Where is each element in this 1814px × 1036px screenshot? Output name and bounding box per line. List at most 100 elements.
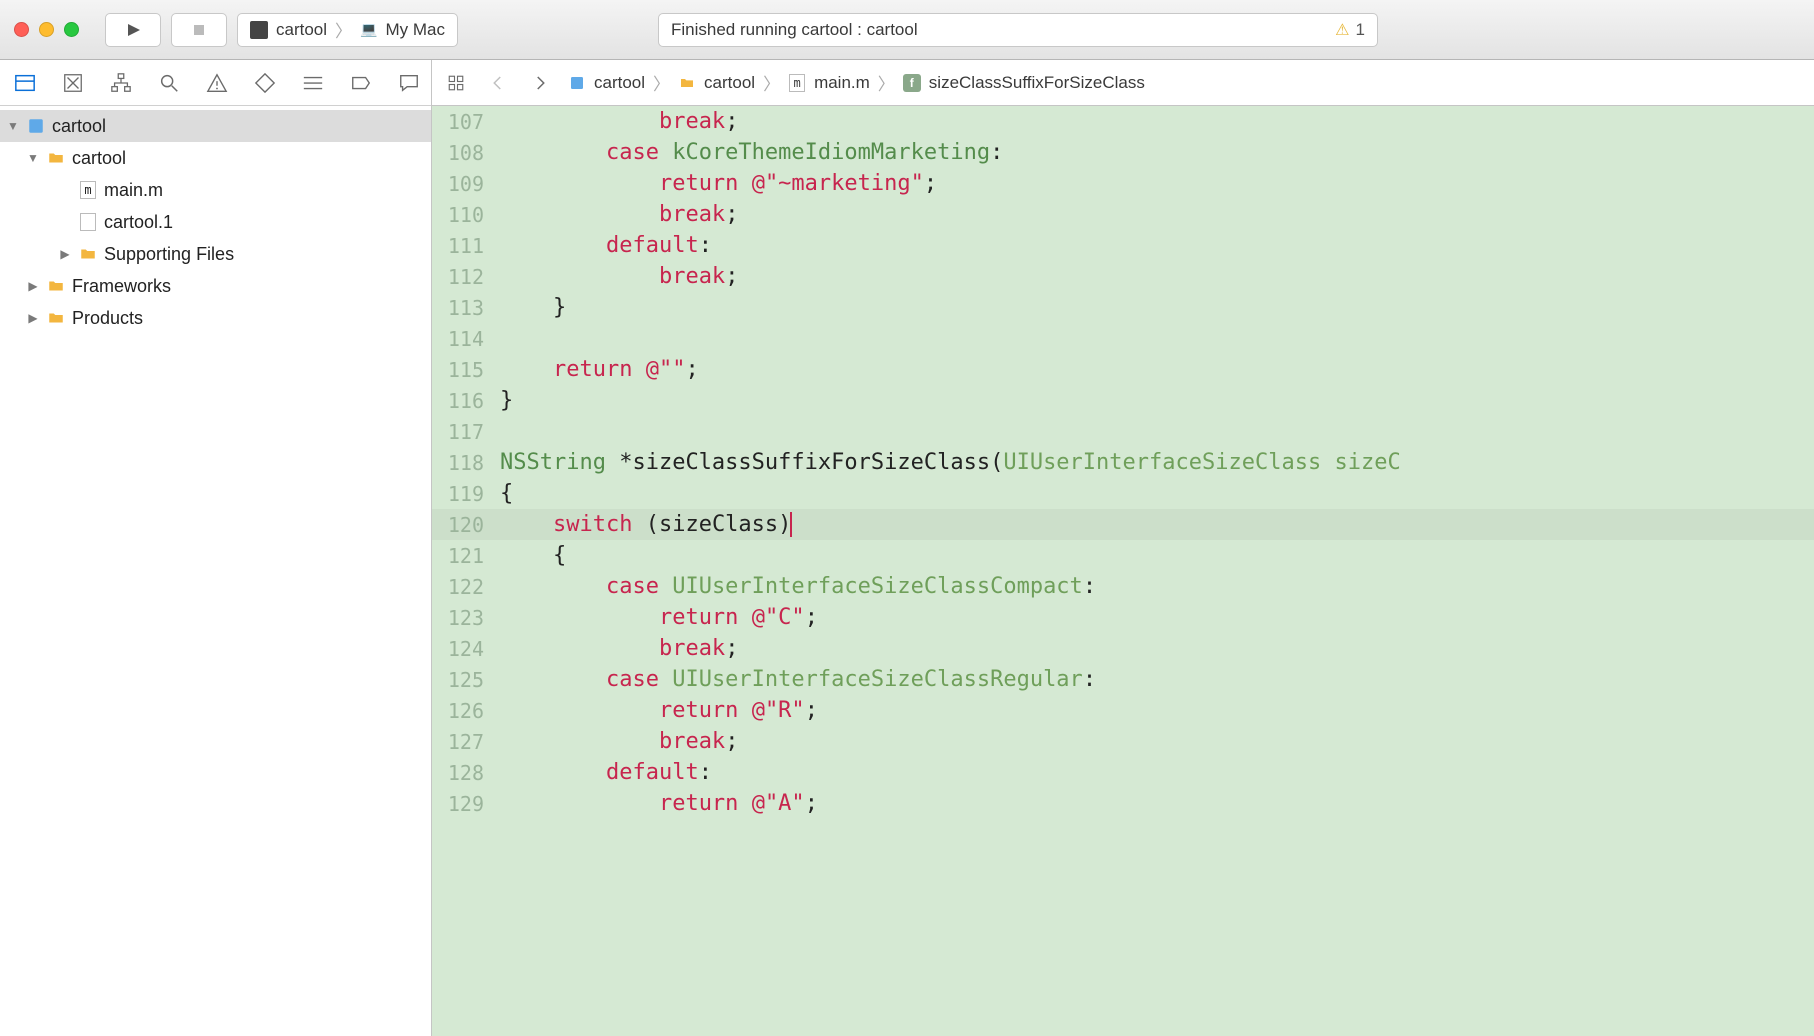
code-line[interactable]: 122 case UIUserInterfaceSizeClassCompact…	[432, 571, 1814, 602]
warning-indicator[interactable]: ⚠ 1	[1335, 20, 1365, 40]
issue-navigator-tab[interactable]	[206, 71, 228, 95]
code-line[interactable]: 113 }	[432, 292, 1814, 323]
code-line[interactable]: 110 break;	[432, 199, 1814, 230]
line-number[interactable]: 113	[432, 296, 494, 320]
x-box-icon	[62, 72, 84, 94]
line-number[interactable]: 127	[432, 730, 494, 754]
test-navigator-tab[interactable]	[254, 71, 276, 95]
disclosure-closed-icon[interactable]: ▶	[26, 279, 40, 293]
project-navigator-tab[interactable]	[14, 71, 36, 95]
line-number[interactable]: 123	[432, 606, 494, 630]
play-icon	[125, 22, 141, 38]
disclosure-open-icon[interactable]: ▼	[26, 151, 40, 165]
line-number[interactable]: 119	[432, 482, 494, 506]
code-line[interactable]: 115 return @"";	[432, 354, 1814, 385]
code-line[interactable]: 109 return @"~marketing";	[432, 168, 1814, 199]
code-line[interactable]: 125 case UIUserInterfaceSizeClassRegular…	[432, 664, 1814, 695]
code-line[interactable]: 108 case kCoreThemeIdiomMarketing:	[432, 137, 1814, 168]
source-editor[interactable]: 107 break;108 case kCoreThemeIdiomMarket…	[432, 106, 1814, 1036]
tree-label: main.m	[104, 180, 163, 201]
line-number[interactable]: 124	[432, 637, 494, 661]
related-items-button[interactable]	[442, 69, 470, 97]
code-text: }	[494, 295, 566, 320]
line-number[interactable]: 108	[432, 141, 494, 165]
line-number[interactable]: 109	[432, 172, 494, 196]
source-control-navigator-tab[interactable]	[62, 71, 84, 95]
code-line[interactable]: 117	[432, 416, 1814, 447]
run-button[interactable]	[105, 13, 161, 47]
line-number[interactable]: 107	[432, 110, 494, 134]
code-text: return @"A";	[494, 791, 818, 816]
tree-label: Supporting Files	[104, 244, 234, 265]
code-line[interactable]: 124 break;	[432, 633, 1814, 664]
code-line[interactable]: 107 break;	[432, 106, 1814, 137]
line-number[interactable]: 115	[432, 358, 494, 382]
code-line[interactable]: 123 return @"C";	[432, 602, 1814, 633]
code-line[interactable]: 118NSString *sizeClassSuffixForSizeClass…	[432, 447, 1814, 478]
code-line[interactable]: 121 {	[432, 540, 1814, 571]
line-number[interactable]: 122	[432, 575, 494, 599]
tree-project-root[interactable]: ▼ cartool	[0, 110, 431, 142]
line-number[interactable]: 125	[432, 668, 494, 692]
nav-forward-button[interactable]	[526, 69, 554, 97]
tree-row[interactable]: cartool.1	[0, 206, 431, 238]
code-line[interactable]: 116}	[432, 385, 1814, 416]
stop-button[interactable]	[171, 13, 227, 47]
chevron-left-icon	[489, 74, 507, 92]
titlebar: cartool 〉 💻 My Mac Finished running cart…	[0, 0, 1814, 60]
project-icon	[568, 74, 586, 92]
code-line[interactable]: 128 default:	[432, 757, 1814, 788]
symbol-navigator-tab[interactable]	[110, 71, 132, 95]
line-number[interactable]: 120	[432, 513, 494, 537]
chevron-right-icon: 〉	[878, 70, 895, 95]
line-number[interactable]: 121	[432, 544, 494, 568]
minimize-window-button[interactable]	[39, 22, 54, 37]
close-window-button[interactable]	[14, 22, 29, 37]
disclosure-open-icon[interactable]: ▼	[6, 119, 20, 133]
line-number[interactable]: 111	[432, 234, 494, 258]
breadcrumb-item[interactable]: cartool	[704, 73, 755, 93]
breadcrumb-item[interactable]: main.m	[814, 73, 870, 93]
code-line[interactable]: 129 return @"A";	[432, 788, 1814, 819]
report-navigator-tab[interactable]	[398, 71, 420, 95]
scheme-selector[interactable]: cartool 〉 💻 My Mac	[237, 13, 458, 47]
tree-row[interactable]: ▶Products	[0, 302, 431, 334]
breakpoint-navigator-tab[interactable]	[350, 71, 372, 95]
line-number[interactable]: 118	[432, 451, 494, 475]
line-number[interactable]: 112	[432, 265, 494, 289]
activity-text: Finished running cartool : cartool	[671, 20, 918, 40]
line-number[interactable]: 117	[432, 420, 494, 444]
code-line[interactable]: 111 default:	[432, 230, 1814, 261]
disclosure-closed-icon[interactable]: ▶	[26, 311, 40, 325]
debug-navigator-tab[interactable]	[302, 71, 324, 95]
tree-row[interactable]: ▶Frameworks	[0, 270, 431, 302]
code-line[interactable]: 126 return @"R";	[432, 695, 1814, 726]
search-icon	[158, 72, 180, 94]
breadcrumb-item[interactable]: cartool	[594, 73, 645, 93]
nav-back-button[interactable]	[484, 69, 512, 97]
line-number[interactable]: 116	[432, 389, 494, 413]
speech-bubble-icon	[398, 72, 420, 94]
code-line[interactable]: 120 switch (sizeClass)	[432, 509, 1814, 540]
line-number[interactable]: 129	[432, 792, 494, 816]
code-line[interactable]: 114	[432, 323, 1814, 354]
code-line[interactable]: 112 break;	[432, 261, 1814, 292]
maximize-window-button[interactable]	[64, 22, 79, 37]
tree-row[interactable]: mmain.m	[0, 174, 431, 206]
chevron-right-icon: 〉	[335, 17, 352, 42]
code-text: return @"C";	[494, 605, 818, 630]
code-line[interactable]: 127 break;	[432, 726, 1814, 757]
line-number[interactable]: 126	[432, 699, 494, 723]
line-number[interactable]: 110	[432, 203, 494, 227]
activity-viewer[interactable]: Finished running cartool : cartool ⚠ 1	[658, 13, 1378, 47]
line-number[interactable]: 114	[432, 327, 494, 351]
find-navigator-tab[interactable]	[158, 71, 180, 95]
line-number[interactable]: 128	[432, 761, 494, 785]
disclosure-closed-icon[interactable]: ▶	[58, 247, 72, 261]
code-line[interactable]: 119{	[432, 478, 1814, 509]
breadcrumb-item[interactable]: sizeClassSuffixForSizeClass	[929, 73, 1145, 93]
code-text: default:	[494, 233, 712, 258]
tree-row[interactable]: ▼cartool	[0, 142, 431, 174]
code-text: break;	[494, 264, 738, 289]
tree-row[interactable]: ▶ Supporting Files	[0, 238, 431, 270]
